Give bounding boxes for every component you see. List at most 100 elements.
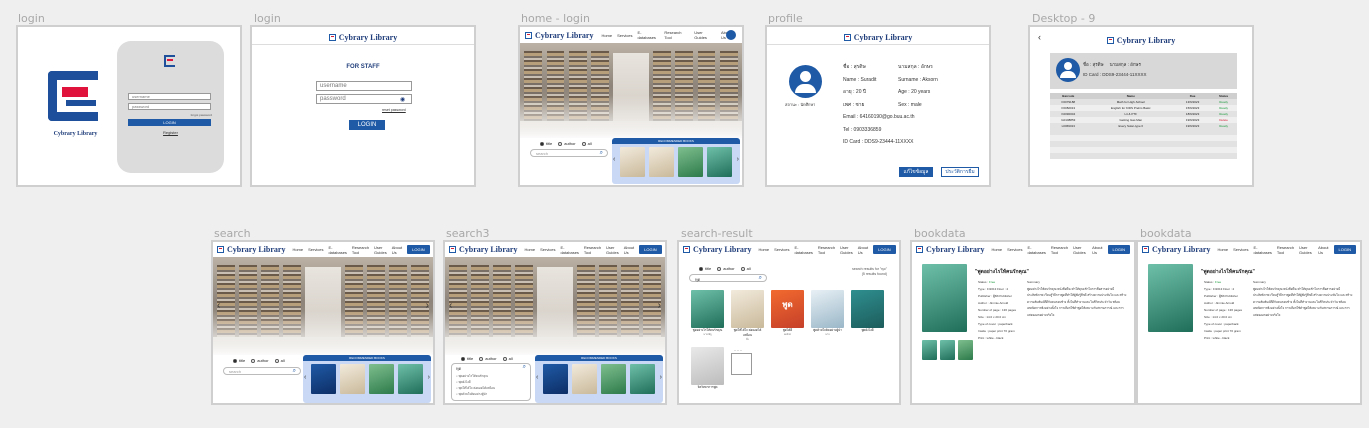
nav-login-button[interactable]: LOGIN — [1107, 245, 1130, 254]
radio-all[interactable]: all — [581, 141, 592, 146]
result-card[interactable]: พูดให้ได้ใจ ต่อยอดได้เหมือน สิ่ง — [731, 290, 764, 342]
edit-profile-button[interactable]: แก้ไขข้อมูล — [899, 167, 933, 177]
nav-home[interactable]: Home — [758, 247, 769, 252]
nav-edatabases[interactable]: E-databases — [560, 245, 578, 255]
search-icon[interactable]: ⌕ — [600, 150, 603, 157]
nav-edatabases[interactable]: E-databases — [1253, 245, 1271, 255]
result-card[interactable]: จิตวิทยาการพูด — [691, 347, 724, 390]
nav-login-button[interactable]: LOGIN — [1333, 245, 1356, 254]
nav-research[interactable]: Research Tool — [1277, 245, 1294, 255]
book-cover[interactable] — [601, 364, 626, 394]
radio-author[interactable]: author — [558, 141, 576, 146]
book-cover[interactable] — [311, 364, 336, 394]
nav-guides[interactable]: User Guides — [1299, 245, 1313, 255]
book-thumbnail[interactable] — [940, 340, 955, 360]
book-cover[interactable] — [340, 364, 365, 394]
hero-next-icon[interactable]: › — [658, 300, 661, 311]
search-icon[interactable]: ⌕ — [759, 275, 762, 282]
nav-edatabases[interactable]: E-databases — [637, 30, 659, 40]
nav-guides[interactable]: User Guides — [374, 245, 387, 255]
next-arrow-icon[interactable]: › — [737, 156, 739, 163]
login-button[interactable]: LOGIN — [128, 119, 211, 126]
nav-login-button[interactable]: LOGIN — [407, 245, 430, 254]
nav-home[interactable]: Home — [1217, 247, 1228, 252]
nav-research[interactable]: Research Tool — [1051, 245, 1068, 255]
nav-edatabases[interactable]: E-databases — [328, 245, 346, 255]
book-cover[interactable] — [398, 364, 423, 394]
nav-services[interactable]: Services — [617, 33, 632, 38]
search-input[interactable]: หุด ⌕ — [689, 274, 767, 282]
book-cover[interactable] — [678, 147, 703, 177]
suggestion-item[interactable]: ⌕ พุดด้วยใจคิดอย่างผู้นำ — [456, 391, 526, 397]
search-type-radios[interactable]: title author all — [699, 266, 751, 271]
forgot-password-link[interactable]: forgot password — [191, 113, 212, 117]
nav-research[interactable]: Research Tool — [664, 30, 689, 40]
book-cover[interactable] — [543, 364, 568, 394]
next-arrow-icon[interactable]: › — [428, 374, 430, 381]
book-cover[interactable] — [707, 147, 732, 177]
book-thumbnail[interactable] — [958, 340, 973, 360]
hero-next-icon[interactable]: › — [426, 300, 429, 311]
borrow-history-button[interactable]: ประวัติการยืม — [941, 167, 979, 177]
book-cover[interactable] — [620, 147, 645, 177]
radio-title[interactable]: title — [233, 358, 245, 363]
nav-login-button[interactable]: LOGIN — [639, 245, 662, 254]
radio-author[interactable]: author — [717, 266, 735, 271]
prev-arrow-icon[interactable]: ‹ — [613, 156, 615, 163]
radio-title[interactable]: title — [699, 266, 711, 271]
nav-services[interactable]: Services — [774, 247, 789, 252]
search-icon[interactable]: ⌕ — [293, 368, 296, 375]
next-arrow-icon[interactable]: › — [660, 374, 662, 381]
search-input[interactable]: search ⌕ — [530, 149, 608, 157]
username-input[interactable]: username — [128, 93, 211, 100]
user-avatar-icon[interactable] — [726, 30, 736, 40]
login-button[interactable]: LOGIN — [349, 120, 385, 130]
nav-services[interactable]: Services — [540, 247, 555, 252]
search-query[interactable]: หุด ⌕ — [456, 364, 526, 372]
nav-edatabases[interactable]: E-databases — [794, 245, 812, 255]
nav-services[interactable]: Services — [308, 247, 323, 252]
book-cover[interactable] — [649, 147, 674, 177]
nav-services[interactable]: Services — [1233, 247, 1248, 252]
nav-about[interactable]: About Us — [858, 245, 868, 255]
nav-about[interactable]: About Us — [1318, 245, 1328, 255]
register-link[interactable]: Register — [117, 130, 224, 135]
search-input[interactable]: search ⌕ — [223, 367, 301, 375]
nav-guides[interactable]: User Guides — [1073, 245, 1087, 255]
search-type-radios[interactable]: title author all — [461, 356, 513, 361]
nav-research[interactable]: Research Tool — [818, 245, 835, 255]
result-card[interactable]: พูดด้วยใจคิดอย่างผู้นำ นาย — [811, 290, 844, 342]
username-input[interactable]: username — [316, 81, 412, 91]
book-cover[interactable] — [369, 364, 394, 394]
reset-password-link[interactable]: reset password — [382, 108, 406, 112]
result-card[interactable]: พูด พูดได้ดี author — [771, 290, 804, 342]
nav-research[interactable]: Research Tool — [352, 245, 369, 255]
book-cover[interactable] — [630, 364, 655, 394]
radio-all[interactable]: all — [502, 356, 513, 361]
radio-all[interactable]: all — [740, 266, 751, 271]
radio-author[interactable]: author — [479, 356, 497, 361]
nav-home[interactable]: Home — [601, 33, 612, 38]
prev-arrow-icon[interactable]: ‹ — [536, 374, 538, 381]
nav-about[interactable]: About Us — [392, 245, 402, 255]
nav-services[interactable]: Services — [1007, 247, 1022, 252]
nav-research[interactable]: Research Tool — [584, 245, 601, 255]
nav-home[interactable]: Home — [524, 247, 535, 252]
password-input[interactable]: password — [128, 103, 211, 110]
nav-guides[interactable]: User Guides — [606, 245, 619, 255]
hero-prev-icon[interactable]: ‹ — [449, 300, 452, 311]
search-type-radios[interactable]: title author all — [233, 358, 285, 363]
radio-all[interactable]: all — [274, 358, 285, 363]
radio-title[interactable]: title — [461, 356, 473, 361]
search-type-radios[interactable]: title author all — [540, 141, 592, 146]
nav-about[interactable]: About Us — [624, 245, 634, 255]
password-input[interactable]: password — [316, 94, 412, 104]
show-password-icon[interactable]: ◉ — [400, 96, 405, 103]
nav-guides[interactable]: User Guides — [694, 30, 716, 40]
hero-prev-icon[interactable]: ‹ — [217, 300, 220, 311]
radio-author[interactable]: author — [251, 358, 269, 363]
nav-home[interactable]: Home — [991, 247, 1002, 252]
prev-arrow-icon[interactable]: ‹ — [304, 374, 306, 381]
radio-title[interactable]: title — [540, 141, 552, 146]
nav-login-button[interactable]: LOGIN — [873, 245, 896, 254]
